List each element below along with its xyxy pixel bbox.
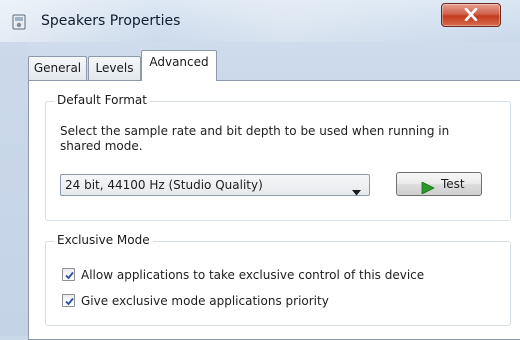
exclusive-priority-checkbox[interactable] — [62, 294, 75, 307]
title-bar[interactable]: Speakers Properties — [0, 0, 520, 42]
close-icon — [464, 8, 478, 21]
speaker-properties-icon — [12, 14, 28, 30]
checkmark-icon — [65, 297, 74, 306]
checkmark-icon — [65, 271, 74, 280]
exclusive-control-checkbox[interactable] — [62, 268, 75, 281]
test-button[interactable]: Test — [396, 172, 482, 196]
default-format-group: Default Format Select the sample rate an… — [45, 93, 511, 221]
window-title: Speakers Properties — [41, 13, 181, 29]
exclusive-mode-legend: Exclusive Mode — [54, 233, 153, 247]
exclusive-priority-label: Give exclusive mode applications priorit… — [81, 294, 329, 308]
default-format-legend: Default Format — [54, 93, 150, 107]
default-format-description: Select the sample rate and bit depth to … — [60, 124, 450, 153]
tab-advanced[interactable]: Advanced — [141, 50, 217, 81]
sample-rate-selected-value: 24 bit, 44100 Hz (Studio Quality) — [65, 178, 263, 192]
dropdown-arrow-icon[interactable] — [352, 182, 361, 202]
close-button[interactable] — [441, 3, 501, 27]
tab-levels[interactable]: Levels — [88, 56, 141, 80]
exclusive-mode-group: Exclusive Mode Allow applications to tak… — [45, 233, 511, 326]
exclusive-control-label: Allow applications to take exclusive con… — [81, 268, 425, 282]
properties-window: Speakers Properties General Levels Advan… — [0, 0, 520, 340]
sample-rate-dropdown[interactable]: 24 bit, 44100 Hz (Studio Quality) — [60, 174, 370, 196]
play-icon — [421, 179, 435, 201]
test-button-label: Test — [441, 177, 465, 191]
advanced-tab-panel: Default Format Select the sample rate an… — [28, 80, 520, 340]
window-left-edge — [0, 42, 28, 336]
tab-general[interactable]: General — [28, 56, 87, 80]
